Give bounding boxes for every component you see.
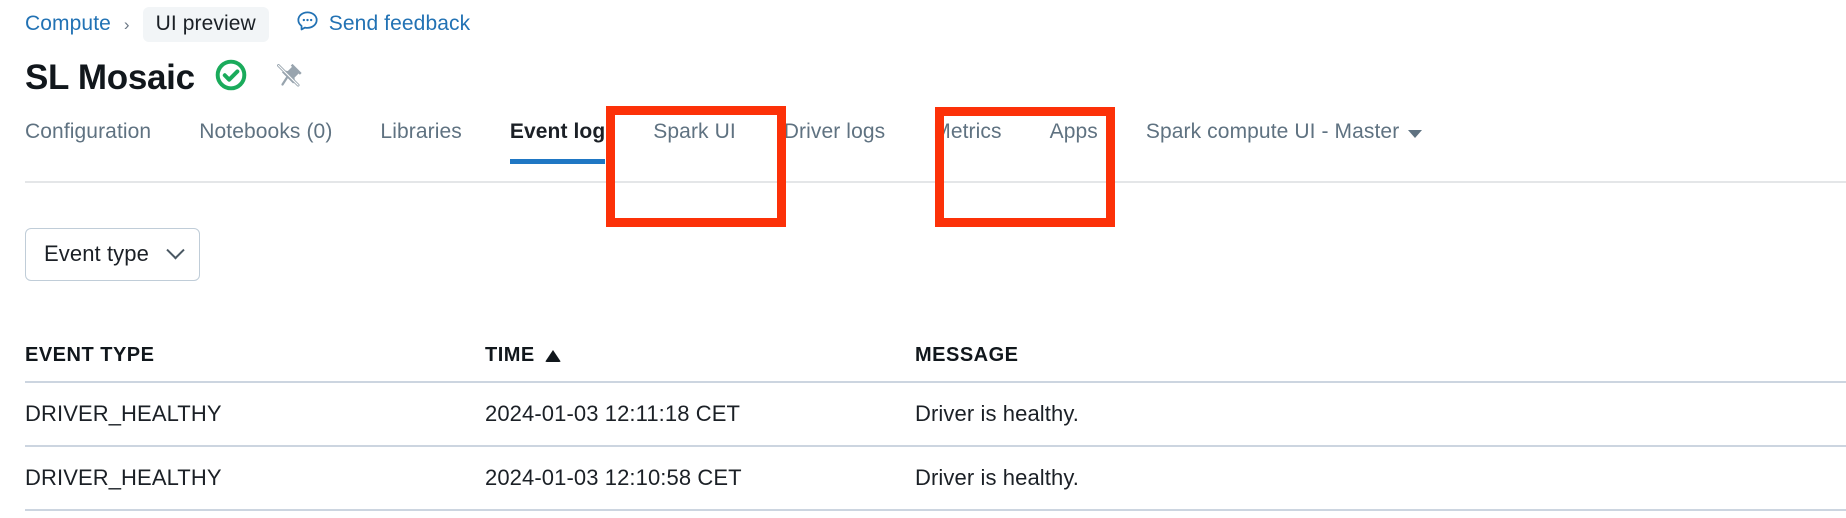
tab-label: Libraries (380, 120, 462, 143)
cell-message: Driver is healthy. (915, 401, 1079, 426)
breadcrumb-separator: › (123, 14, 130, 34)
event-type-filter-label: Event type (44, 241, 149, 266)
breadcrumb: Compute › UI preview Send feedback (25, 6, 470, 42)
tab-apps[interactable]: Apps (1050, 120, 1098, 164)
tab-label: Apps (1049, 120, 1098, 143)
filter-bar: Event type (25, 228, 200, 281)
caret-up-icon (544, 349, 561, 362)
tab-metrics[interactable]: Metrics (933, 120, 1001, 164)
tab-driver-logs[interactable]: Driver logs (784, 120, 885, 164)
breadcrumb-current-ui-preview: UI preview (142, 6, 269, 42)
tab-spark-compute-ui-dropdown[interactable]: Spark compute UI - Master (1145, 120, 1423, 164)
tab-list: Configuration Notebooks (0) Libraries Ev… (25, 120, 1846, 182)
pin-off-icon[interactable] (273, 60, 303, 95)
column-header-time[interactable]: TIME (485, 344, 915, 367)
page-header: SL Mosaic (25, 54, 303, 100)
column-header-label: MESSAGE (915, 344, 1019, 366)
send-feedback-button[interactable]: Send feedback (295, 9, 470, 39)
column-header-label: TIME (485, 344, 535, 366)
column-header-label: EVENT TYPE (25, 344, 155, 366)
tab-configuration[interactable]: Configuration (25, 120, 151, 164)
event-log-table: EVENT TYPE TIME MESSAGE DRIVER_HEALTHY 2… (25, 330, 1846, 511)
chevron-down-icon (166, 240, 185, 259)
tab-label: Event log (509, 120, 606, 143)
event-type-filter-button[interactable]: Event type (25, 228, 200, 281)
table-row[interactable]: DRIVER_HEALTHY 2024-01-03 12:10:58 CET D… (25, 447, 1846, 511)
column-header-message[interactable]: MESSAGE (915, 344, 1846, 367)
breadcrumb-link-compute[interactable]: Compute (25, 12, 111, 36)
cell-time: 2024-01-03 12:11:18 CET (485, 401, 741, 426)
check-circle-icon (214, 58, 248, 97)
tab-event-log[interactable]: Event log (509, 120, 606, 164)
table-header-row: EVENT TYPE TIME MESSAGE (25, 330, 1846, 383)
tab-label: Notebooks (0) (199, 120, 333, 143)
cell-event-type: DRIVER_HEALTHY (25, 401, 222, 426)
tab-bar: Configuration Notebooks (0) Libraries Ev… (25, 120, 1846, 183)
tab-notebooks[interactable]: Notebooks (0) (199, 120, 332, 164)
tab-libraries[interactable]: Libraries (380, 120, 461, 164)
tab-label: Driver logs (783, 120, 886, 143)
chat-bubble-icon (295, 9, 320, 39)
tab-label: Metrics (933, 120, 1002, 143)
table-row[interactable]: DRIVER_HEALTHY 2024-01-03 12:11:18 CET D… (25, 383, 1846, 447)
caret-down-icon (1408, 129, 1423, 138)
cell-event-type: DRIVER_HEALTHY (25, 465, 222, 490)
tab-label: Configuration (25, 120, 152, 143)
tab-label: Spark UI (653, 120, 736, 143)
tab-label: Spark compute UI - Master (1145, 120, 1400, 143)
send-feedback-label: Send feedback (328, 12, 471, 35)
column-header-event-type[interactable]: EVENT TYPE (25, 344, 485, 367)
cell-message: Driver is healthy. (915, 465, 1079, 490)
cell-time: 2024-01-03 12:10:58 CET (485, 465, 742, 490)
tab-spark-ui[interactable]: Spark UI (653, 120, 736, 164)
page-title: SL Mosaic (25, 57, 195, 97)
